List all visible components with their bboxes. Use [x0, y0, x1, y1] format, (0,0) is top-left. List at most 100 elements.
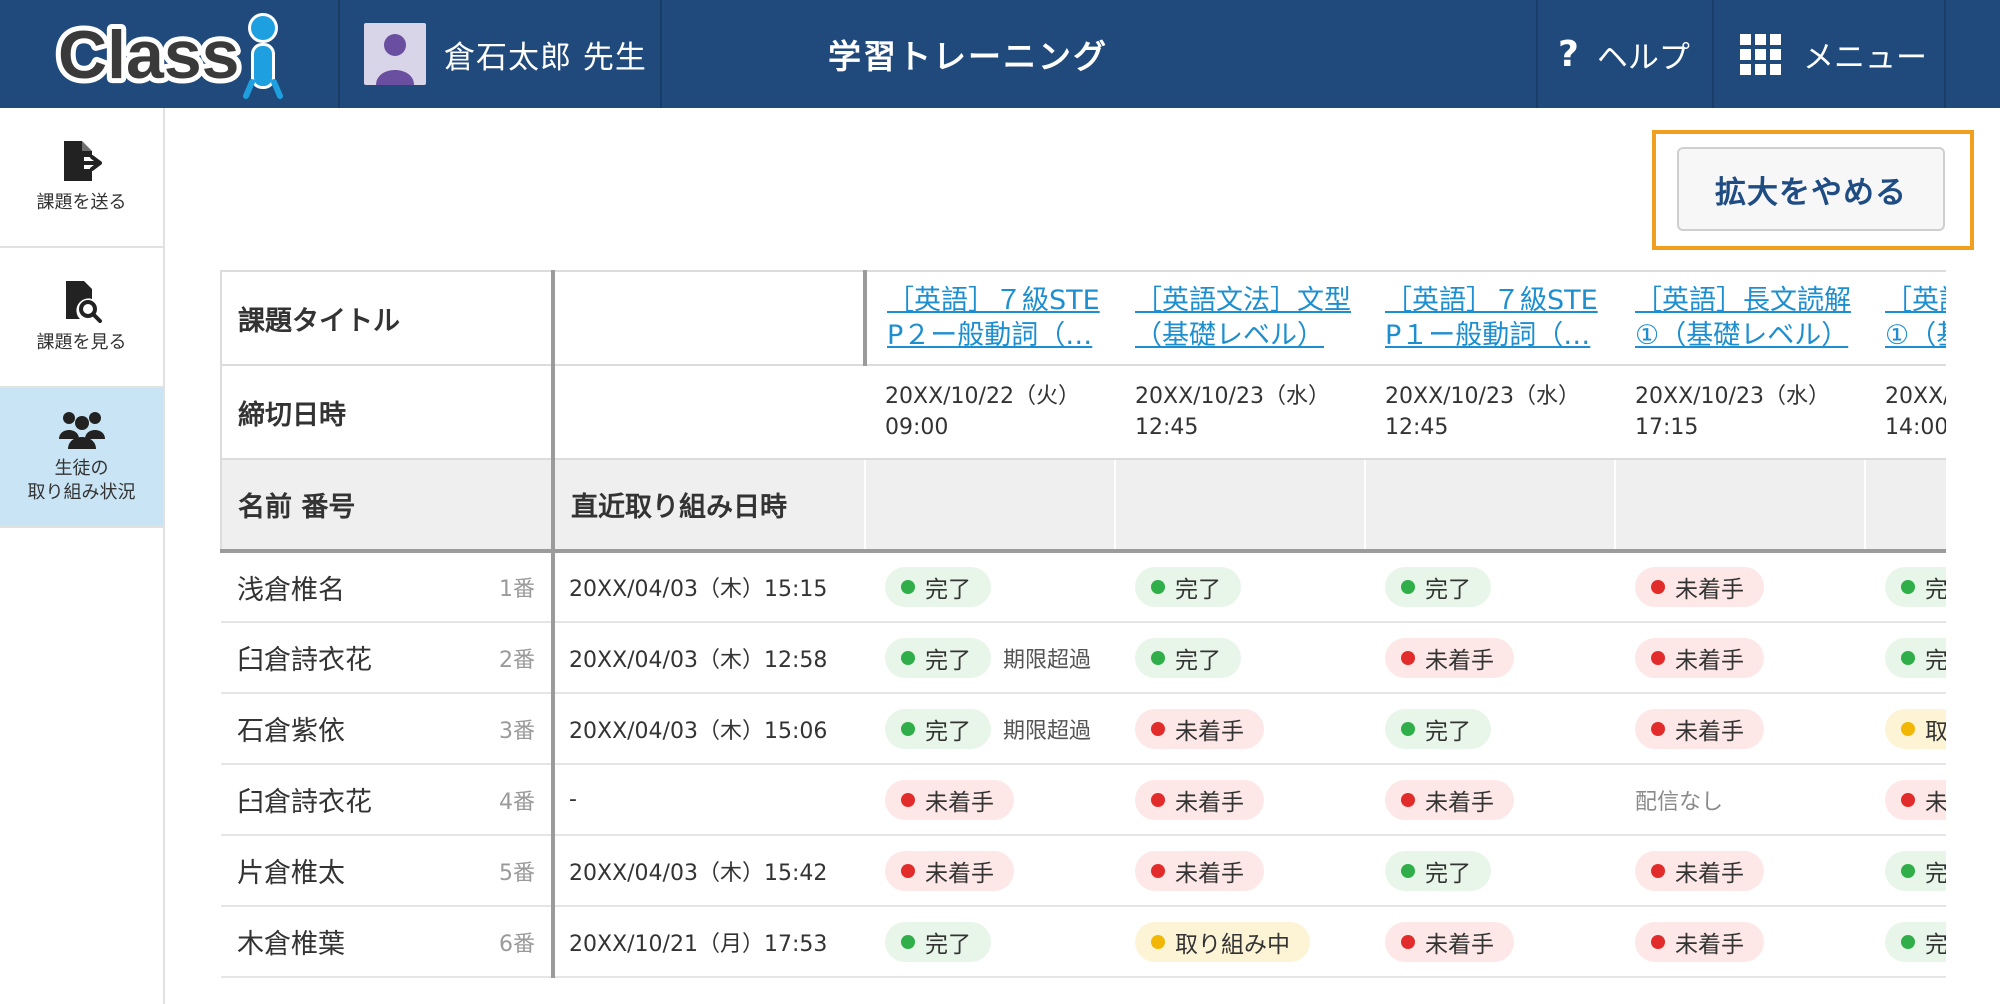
- status-cell[interactable]: 未着手: [1115, 693, 1365, 765]
- status-cell[interactable]: 未着手: [1615, 551, 1865, 623]
- status-cell[interactable]: 完了: [1365, 693, 1615, 765]
- student-name: 石倉紫依: [237, 716, 345, 747]
- status-cell[interactable]: 完了: [865, 551, 1115, 623]
- table-row[interactable]: 石倉紫依 3番 20XX/04/03（木）15:06 完了 期限超過 未着手 完了 未着手 取: [221, 693, 1946, 765]
- status-cell[interactable]: 完: [1865, 622, 1946, 694]
- student-name-cell[interactable]: 片倉椎太 5番: [221, 835, 553, 907]
- task-title-link[interactable]: ［英語①（基: [1865, 270, 1946, 366]
- status-cell[interactable]: 完: [1865, 835, 1946, 907]
- status-cell[interactable]: 未着手: [865, 835, 1115, 907]
- status-cell[interactable]: 未: [1865, 764, 1946, 836]
- avatar: [364, 23, 426, 85]
- help-label: ヘルプ: [1596, 39, 1690, 76]
- status-badge: 未着手: [1635, 850, 1764, 891]
- status-cell[interactable]: 未着手: [1615, 906, 1865, 978]
- status-badge: 未着手: [885, 779, 1014, 820]
- status-badge: 未着手: [1635, 708, 1764, 749]
- status-label: 未着手: [1175, 718, 1244, 745]
- status-cell[interactable]: 完了: [865, 906, 1115, 978]
- status-cell[interactable]: 未着手: [1365, 906, 1615, 978]
- status-label: 未着手: [1175, 789, 1244, 816]
- status-cell[interactable]: 未着手: [1615, 693, 1865, 765]
- status-label: 完了: [1425, 860, 1471, 887]
- status-dot-icon: [1151, 721, 1165, 736]
- stop-zoom-button[interactable]: 拡大をやめる: [1677, 147, 1945, 231]
- table-row[interactable]: 臼倉詩衣花 4番 - 未着手 未着手 未着手 配信なし 未: [221, 764, 1946, 836]
- help-button[interactable]: ? ヘルプ: [1558, 28, 1690, 80]
- status-cell[interactable]: 配信なし: [1615, 764, 1865, 836]
- recent-activity: 20XX/04/03（木）15:42: [551, 835, 865, 907]
- table-row[interactable]: 臼倉詩衣花 2番 20XX/04/03（木）12:58 完了 期限超過 完了 未着手 未着手 完: [221, 622, 1946, 694]
- status-badge: 未: [1885, 779, 1946, 820]
- status-dot-icon: [1401, 650, 1415, 665]
- progress-table-container[interactable]: 課題タイトル ［英語］７級STE P２ー般動詞（… ［英語文法］文型 （基礎レベル）…: [220, 270, 1946, 1004]
- task-title-link[interactable]: ［英語］７級STE P２ー般動詞（…: [865, 270, 1115, 366]
- help-icon: ?: [1558, 33, 1579, 75]
- sidebar-item-view-task[interactable]: 課題を見る: [0, 248, 163, 388]
- recent-activity: 20XX/04/03（木）12:58: [551, 622, 865, 694]
- status-dot-icon: [1401, 863, 1415, 878]
- status-cell[interactable]: 完: [1865, 551, 1946, 623]
- status-dot-icon: [1651, 934, 1665, 949]
- search-file-icon: [65, 280, 102, 323]
- app-header: Class 倉石太郎 先生 学習トレーニング ? ヘルプ メニュー: [0, 0, 2000, 108]
- status-dot-icon: [1401, 792, 1415, 807]
- task-title-link[interactable]: ［英語文法］文型 （基礎レベル）: [1115, 270, 1365, 366]
- status-label: 完了: [1425, 718, 1471, 745]
- status-cell[interactable]: 未着手: [1615, 622, 1865, 694]
- status-cell[interactable]: 完了 期限超過: [865, 622, 1115, 694]
- sidebar-item-label: 生徒の 取り組み状況: [27, 457, 136, 503]
- sidebar-item-send-task[interactable]: 課題を送る: [0, 108, 163, 248]
- student-name: 浅倉椎名: [237, 574, 345, 606]
- status-cell[interactable]: 未着手: [1615, 835, 1865, 907]
- table-row[interactable]: 浅倉椎名 1番 20XX/04/03（木）15:15 完了 完了 完了 未着手 完: [221, 551, 1946, 623]
- user-info[interactable]: 倉石太郎 先生: [364, 23, 647, 85]
- sidebar-item-label: 課題を見る: [36, 331, 127, 353]
- task-title-link[interactable]: ［英語］長文読解 ①（基礎レベル）: [1615, 270, 1865, 366]
- student-name-cell[interactable]: 木倉椎葉 6番: [221, 906, 553, 978]
- status-cell[interactable]: 取: [1865, 693, 1946, 765]
- menu-button[interactable]: メニュー: [1740, 28, 1927, 80]
- status-badge: 完了: [1135, 637, 1241, 678]
- status-cell[interactable]: 未着手: [1365, 764, 1615, 836]
- status-cell[interactable]: 完了: [1115, 551, 1365, 623]
- table-row[interactable]: 木倉椎葉 6番 20XX/10/21（月）17:53 完了 取り組み中 未着手 未着手 完: [221, 906, 1946, 978]
- status-cell[interactable]: 完了: [1365, 551, 1615, 623]
- classi-logo[interactable]: Class: [50, 8, 310, 100]
- student-name-cell[interactable]: 臼倉詩衣花 2番: [221, 622, 553, 694]
- status-dot-icon: [1901, 934, 1915, 949]
- status-dot-icon: [901, 721, 915, 736]
- student-name: 木倉椎葉: [237, 929, 345, 960]
- status-cell[interactable]: 未着手: [865, 764, 1115, 836]
- status-badge: 未着手: [1135, 850, 1264, 891]
- status-cell[interactable]: 完了: [1365, 835, 1615, 907]
- status-badge: 完了: [1385, 850, 1491, 891]
- status-label: 未着手: [1425, 931, 1494, 958]
- status-badge: 未着手: [1635, 567, 1764, 607]
- task-title-link[interactable]: ［英語］７級STE P１ー般動詞（…: [1365, 270, 1615, 366]
- status-cell[interactable]: 未着手: [1115, 835, 1365, 907]
- student-name-cell[interactable]: 臼倉詩衣花 4番: [221, 764, 553, 836]
- no-delivery-text: 配信なし: [1635, 789, 1724, 815]
- status-badge: 未着手: [1135, 779, 1264, 820]
- recent-activity: 20XX/10/21（月）17:53: [551, 906, 865, 978]
- status-badge: 完了: [885, 637, 991, 678]
- student-name-cell[interactable]: 浅倉椎名 1番: [221, 551, 553, 623]
- table-row[interactable]: 片倉椎太 5番 20XX/04/03（木）15:42 未着手 未着手 完了 未着手 完: [221, 835, 1946, 907]
- status-label: 未着手: [925, 789, 994, 816]
- status-cell[interactable]: 未着手: [1365, 622, 1615, 694]
- status-cell[interactable]: 取り組み中: [1115, 906, 1365, 978]
- status-label: 未着手: [1425, 789, 1494, 816]
- status-label: 完了: [925, 718, 971, 745]
- status-cell[interactable]: 完: [1865, 906, 1946, 978]
- sidebar-item-student-progress[interactable]: 生徒の 取り組み状況: [0, 388, 163, 528]
- status-label: 未着手: [1675, 931, 1744, 958]
- student-name: 臼倉詩衣花: [237, 787, 372, 818]
- status-cell[interactable]: 未着手: [1115, 764, 1365, 836]
- status-cell[interactable]: 完了 期限超過: [865, 693, 1115, 765]
- user-name: 倉石太郎 先生: [444, 39, 647, 76]
- column-label-row: 名前 番号 直近取り組み日時: [220, 458, 1946, 553]
- student-name-cell[interactable]: 石倉紫依 3番: [221, 693, 553, 765]
- due-date: 20XX/10/23（水） 17:15: [1615, 364, 1865, 460]
- status-cell[interactable]: 完了: [1115, 622, 1365, 694]
